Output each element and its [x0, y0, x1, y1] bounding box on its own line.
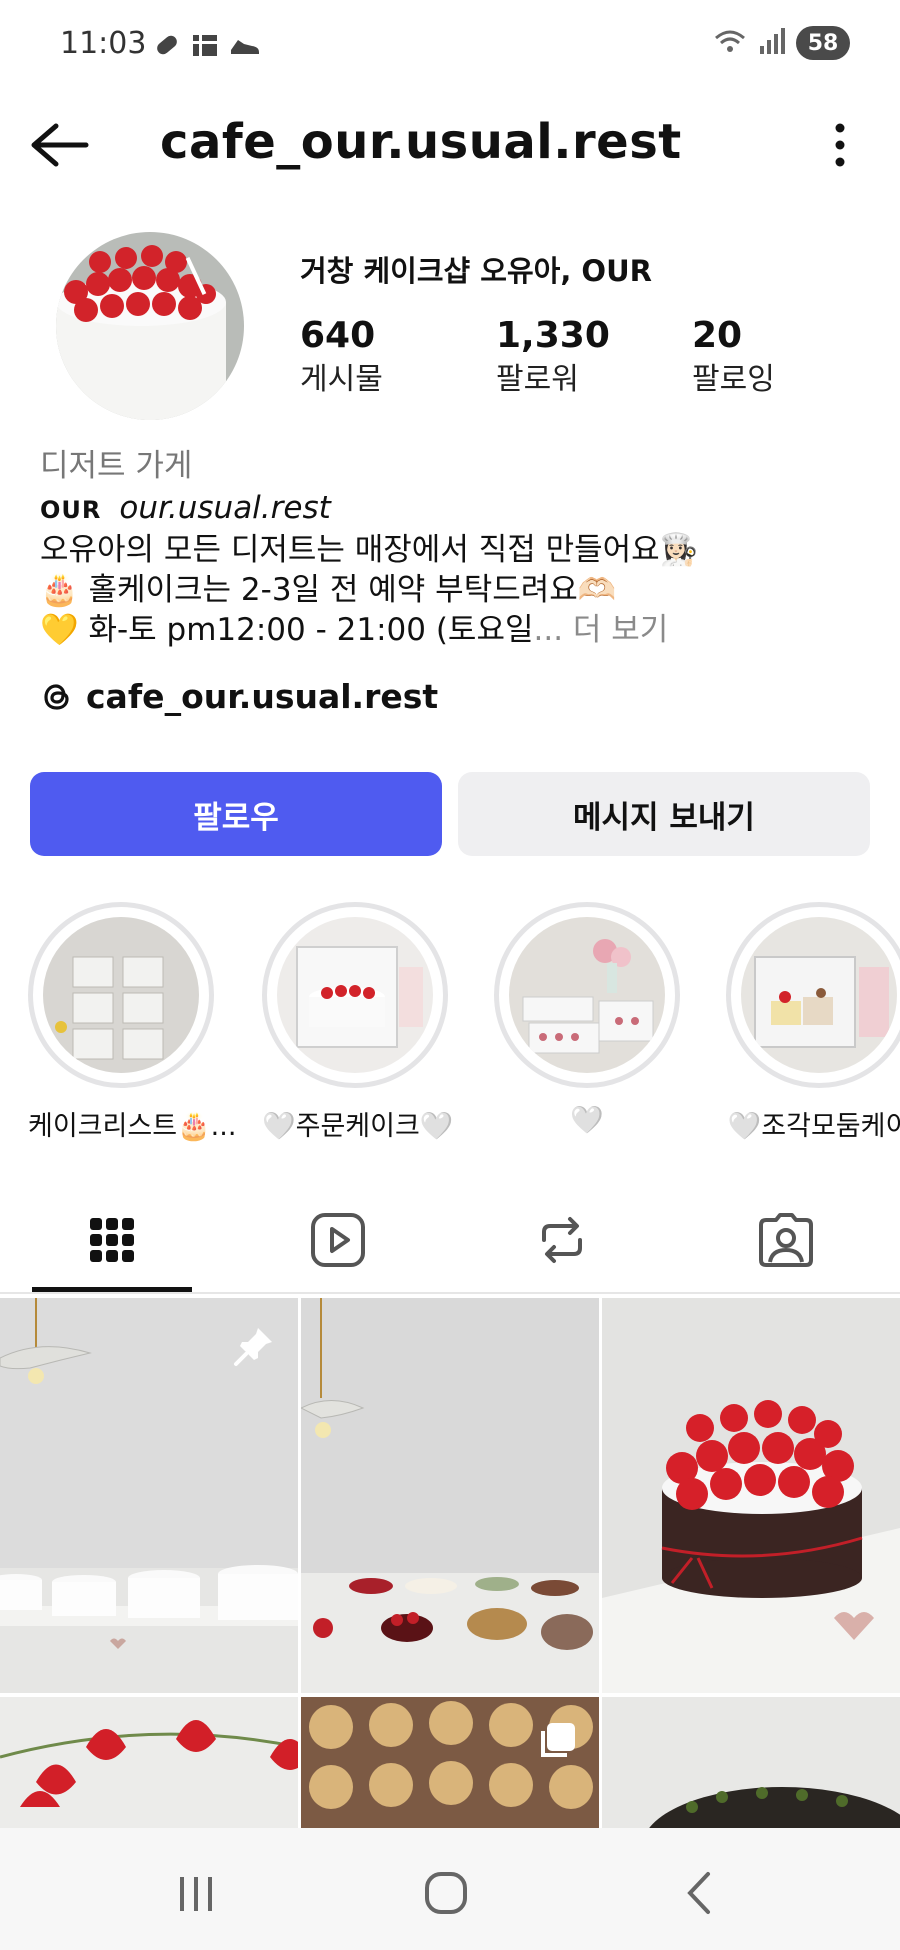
highlight-label: 🤍	[570, 1105, 604, 1136]
bio-handle: our.usual.rest	[119, 490, 331, 526]
highlight-ring	[494, 902, 680, 1088]
highlight-item[interactable]: 케이크리스트🎂...	[28, 902, 237, 1143]
recent-apps-button[interactable]	[166, 1868, 226, 1918]
bio-line-3: 🎂 홀케이크는 2-3일 전 예약 부탁드려요🫶🏻	[40, 572, 617, 608]
post-thumbnail[interactable]	[301, 1697, 599, 1828]
followers-label: 팔로워	[496, 362, 579, 397]
following-stat[interactable]: 20 팔로잉	[692, 314, 888, 402]
highlight-label: 🤍조각모둠케이	[727, 1111, 900, 1142]
highlight-thumbnail	[509, 917, 665, 1073]
multiple-posts-icon	[541, 1723, 575, 1757]
highlight-ring	[726, 902, 900, 1088]
post-thumbnail[interactable]	[602, 1697, 900, 1828]
post-thumbnail[interactable]	[0, 1697, 298, 1828]
tagged-tab[interactable]	[706, 1192, 866, 1288]
profile-header: cafe_our.usual.rest	[0, 100, 900, 190]
system-navigation-bar	[0, 1828, 900, 1950]
post-thumbnail[interactable]	[301, 1298, 599, 1693]
bio-line-1: OUR our.usual.rest	[40, 488, 880, 530]
highlight-ring	[28, 902, 214, 1088]
threads-label: cafe_our.usual.rest	[86, 677, 439, 716]
followers-stat[interactable]: 1,330 팔로워	[496, 314, 692, 402]
highlight-item[interactable]: 🤍주문케이크🤍	[262, 902, 454, 1143]
highlight-label: 케이크리스트🎂...	[28, 1111, 237, 1142]
highlight-thumbnail	[43, 917, 199, 1073]
followers-count: 1,330	[496, 315, 610, 356]
battery-indicator: 58	[796, 26, 850, 60]
highlight-item[interactable]: 🤍	[494, 902, 680, 1136]
status-bar: 11:03 58	[0, 0, 900, 92]
profile-avatar[interactable]	[56, 232, 244, 420]
more-options-button[interactable]	[828, 122, 852, 168]
tagged-person-icon	[759, 1213, 813, 1267]
grid-tab[interactable]	[32, 1192, 192, 1288]
shoe-icon	[228, 30, 259, 60]
bio-brand: OUR	[40, 496, 102, 524]
following-label: 팔로잉	[692, 362, 775, 397]
highlight-ring	[262, 902, 448, 1088]
highlight-label: 🤍주문케이크🤍	[262, 1111, 454, 1142]
system-back-button[interactable]	[670, 1868, 730, 1918]
bio-line-4: 💛 화-토 pm12:00 - 21:00 (토요일... 더 보기	[40, 610, 880, 650]
profile-bio: OUR our.usual.rest 오유아의 모든 디저트는 매장에서 직접 만…	[40, 488, 880, 650]
grid-icon	[90, 1218, 134, 1262]
home-icon	[425, 1872, 467, 1914]
tabs-divider	[0, 1292, 900, 1294]
repost-icon	[542, 1217, 582, 1263]
highlight-thumbnail	[741, 917, 897, 1073]
list-app-icon	[190, 30, 220, 60]
threads-icon	[44, 683, 69, 710]
profile-content-tabs	[0, 1192, 900, 1292]
follow-button[interactable]: 팔로우	[30, 772, 442, 856]
reposts-tab[interactable]	[482, 1192, 642, 1288]
recent-apps-icon	[180, 1877, 212, 1911]
profile-username: cafe_our.usual.rest	[160, 114, 682, 170]
signal-icon	[758, 26, 786, 60]
bio-line-2: 오유아의 모든 디저트는 매장에서 직접 만들어요👩🏻‍🍳	[40, 532, 699, 568]
home-button[interactable]	[416, 1868, 476, 1918]
posts-count: 640	[300, 315, 376, 356]
pill-icon	[152, 30, 182, 60]
status-notification-icons	[152, 30, 259, 60]
highlight-item[interactable]: 🤍조각모둠케이	[726, 902, 900, 1143]
status-time: 11:03	[60, 26, 147, 61]
chevron-left-icon	[687, 1872, 710, 1914]
reels-icon	[311, 1213, 365, 1267]
back-arrow-icon	[31, 123, 89, 167]
posts-stat[interactable]: 640 게시물	[300, 314, 496, 402]
bio-more-link[interactable]: ... 더 보기	[533, 612, 668, 648]
posts-label: 게시물	[300, 362, 383, 397]
threads-link[interactable]: cafe_our.usual.rest	[40, 677, 438, 716]
back-button[interactable]	[26, 120, 92, 170]
profile-category: 디저트 가게	[40, 448, 193, 484]
following-count: 20	[692, 315, 743, 356]
more-vertical-icon	[835, 123, 845, 167]
post-thumbnail[interactable]	[602, 1298, 900, 1693]
avatar-cake-image	[56, 232, 244, 420]
story-highlights: 케이크리스트🎂... 🤍주문케이크🤍 🤍 🤍조각모둠케이	[0, 902, 900, 1142]
highlight-thumbnail	[277, 917, 433, 1073]
profile-stats: 640 게시물 1,330 팔로워 20 팔로잉	[300, 314, 888, 402]
profile-display-name: 거창 케이크샵 오유아, OUR	[300, 254, 652, 288]
message-button[interactable]: 메시지 보내기	[458, 772, 870, 856]
reels-tab[interactable]	[258, 1192, 418, 1288]
wifi-icon	[712, 26, 748, 60]
post-thumbnail[interactable]	[0, 1298, 298, 1693]
pin-icon	[234, 1328, 272, 1366]
bio-hours: 💛 화-토 pm12:00 - 21:00 (토요일	[40, 612, 534, 648]
